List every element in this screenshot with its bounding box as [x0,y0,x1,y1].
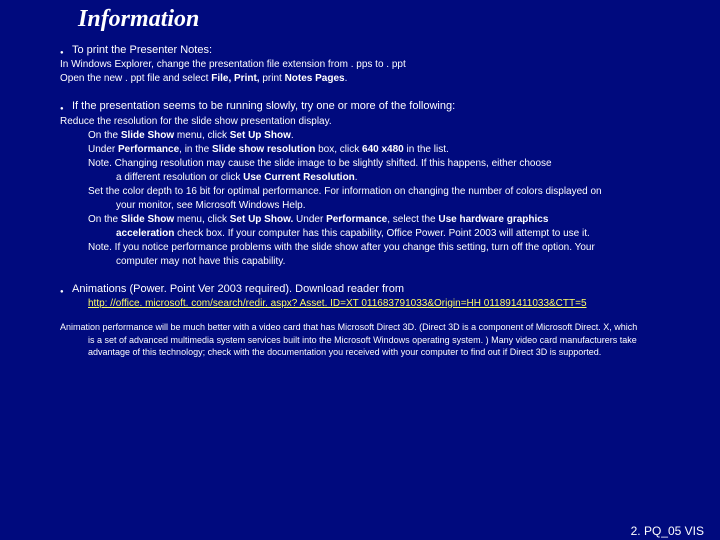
bullet-animations: Animations (Power. Point Ver 2003 requir… [60,282,676,296]
slide-title: Information [78,6,720,33]
bullet-icon [60,99,72,113]
bullet-text: Animations (Power. Point Ver 2003 requir… [72,282,676,296]
body-line: a different resolution or click Use Curr… [116,171,676,184]
bullet-running-slowly: If the presentation seems to be running … [60,99,676,113]
bullet-icon [60,43,72,57]
body-line: On the Slide Show menu, click Set Up Sho… [88,129,676,142]
bullet-text: If the presentation seems to be running … [72,99,676,113]
body-line: acceleration check box. If your computer… [116,227,676,240]
slide-body: To print the Presenter Notes: In Windows… [0,43,720,359]
body-line: Open the new . ppt file and select File,… [60,72,676,85]
body-line: Set the color depth to 16 bit for optima… [88,185,676,198]
download-link[interactable]: http: //office. microsoft. com/search/re… [88,298,587,309]
body-line: Under Performance, in the Slide show res… [88,143,676,156]
body-line: On the Slide Show menu, click Set Up Sho… [88,213,676,226]
body-line: Note. Changing resolution may cause the … [88,157,676,170]
bullet-icon [60,282,72,296]
body-line: In Windows Explorer, change the presenta… [60,58,676,71]
footnote-line: is a set of advanced multimedia system s… [88,335,676,347]
bullet-print-notes: To print the Presenter Notes: [60,43,676,57]
reader-link-line: http: //office. microsoft. com/search/re… [88,297,676,310]
bullet-text: To print the Presenter Notes: [72,43,676,57]
slide-footer: 2. PQ_05 VIS [631,524,704,538]
body-line: your monitor, see Microsoft Windows Help… [116,199,676,212]
body-line: Reduce the resolution for the slide show… [60,115,676,128]
footnote-line: advantage of this technology; check with… [88,347,676,359]
body-line: Note. If you notice performance problems… [88,241,676,254]
footnote-line: Animation performance will be much bette… [60,322,676,334]
body-line: computer may not have this capability. [116,255,676,268]
